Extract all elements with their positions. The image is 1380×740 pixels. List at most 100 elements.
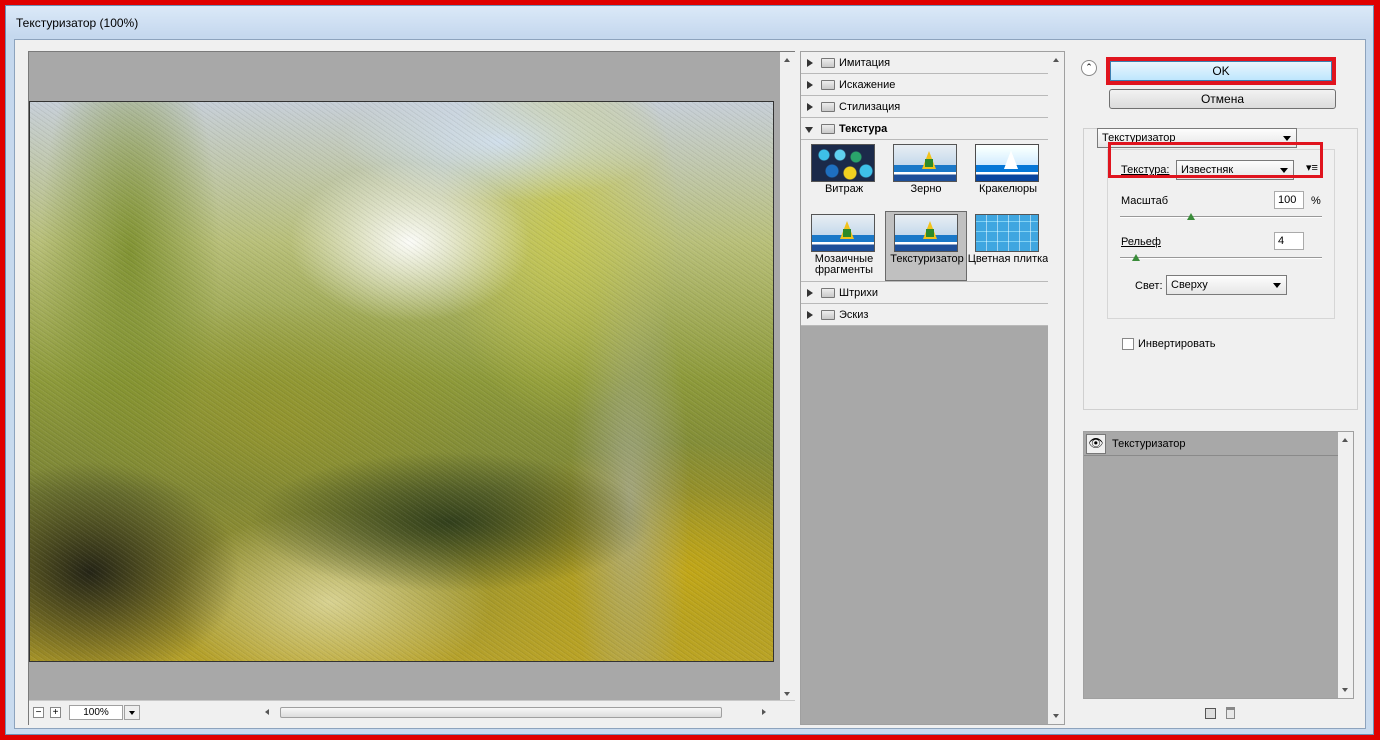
invert-checkbox[interactable] (1122, 338, 1134, 350)
filter-settings-group: Текстуризатор Текстура: Известняк ▾≡ Мас… (1083, 128, 1358, 410)
filter-thumb-craquelure[interactable]: Кракелюры (967, 142, 1049, 212)
relief-slider-handle[interactable] (1132, 254, 1141, 261)
expand-arrow-icon (807, 81, 813, 89)
scale-slider-track[interactable] (1120, 216, 1322, 218)
craquelure-thumbnail (975, 144, 1039, 182)
scroll-up-icon[interactable] (784, 58, 790, 62)
preview-image[interactable] (29, 101, 774, 662)
horizontal-scroll-thumb[interactable] (280, 707, 722, 718)
category-texture[interactable]: Текстура (801, 118, 1048, 140)
effect-layer-name: Текстуризатор (1112, 438, 1186, 450)
invert-label: Инвертировать (1138, 338, 1216, 350)
category-label: Искажение (839, 79, 896, 91)
relief-slider-track[interactable] (1120, 257, 1322, 259)
folder-icon (821, 80, 835, 90)
preview-toolbar: − + 100% (29, 700, 795, 725)
folder-icon (821, 102, 835, 112)
folder-open-icon (821, 124, 835, 134)
filter-thumb-label: Мозаичные фрагменты (814, 253, 874, 276)
filter-thumb-stained-glass[interactable]: Витраж (803, 142, 885, 212)
expand-arrow-icon (807, 59, 813, 67)
category-imitation[interactable]: Имитация (801, 52, 1048, 74)
light-select-value: Сверху (1171, 279, 1208, 291)
cancel-button[interactable]: Отмена (1109, 89, 1336, 109)
zoom-in-button[interactable]: + (50, 707, 61, 718)
trash-icon[interactable] (1226, 707, 1235, 719)
scale-unit: % (1311, 195, 1321, 207)
sail-icon (926, 229, 934, 237)
category-label: Текстура (839, 123, 888, 135)
filter-thumb-texturizer[interactable]: Текстуризатор (885, 211, 967, 281)
sailboat-icon (1004, 151, 1018, 169)
folder-icon (821, 288, 835, 298)
category-sketch[interactable]: Эскиз (801, 304, 1048, 326)
settings-panel: ⌃ OK Отмена Текстуризатор Текстура: Изве… (1071, 40, 1366, 729)
filter-thumb-label: Текстуризатор (890, 253, 964, 265)
category-label: Эскиз (839, 309, 869, 321)
preview-horizontal-scrollbar[interactable] (262, 705, 772, 721)
scroll-left-icon[interactable] (265, 709, 269, 715)
texture-highlight-frame (1108, 142, 1323, 178)
scale-label: Масштаб (1121, 195, 1169, 207)
filter-gallery-window: Текстуризатор (100%) − + 100% Имитация И… (5, 5, 1374, 735)
category-label: Штрихи (839, 287, 879, 299)
layers-scrollbar[interactable] (1338, 432, 1353, 698)
eye-icon[interactable]: 👁 (1086, 434, 1106, 454)
light-label: Свет: (1135, 280, 1163, 292)
preview-vertical-scrollbar[interactable] (780, 52, 795, 700)
filter-list: Имитация Искажение Стилизация Текстура В… (801, 52, 1048, 724)
filter-list-panel: Имитация Искажение Стилизация Текстура В… (800, 51, 1065, 725)
scale-input[interactable]: 100 (1274, 191, 1304, 209)
expand-arrow-icon (807, 311, 813, 319)
scroll-down-icon[interactable] (784, 692, 790, 696)
double-chevron-up-icon: ⌃ (1085, 62, 1093, 72)
scroll-down-icon[interactable] (1053, 714, 1059, 718)
category-distortion[interactable]: Искажение (801, 74, 1048, 96)
category-label: Имитация (839, 57, 891, 69)
scroll-up-icon[interactable] (1053, 58, 1059, 62)
folder-icon (821, 310, 835, 320)
filter-list-scrollbar[interactable] (1048, 52, 1064, 724)
collapse-arrow-icon (805, 127, 813, 133)
category-label: Стилизация (839, 101, 901, 113)
effect-layers-panel: 👁 Текстуризатор (1083, 431, 1354, 699)
relief-input[interactable]: 4 (1274, 232, 1304, 250)
preview-canvas[interactable] (29, 52, 780, 700)
scroll-down-icon[interactable] (1342, 688, 1348, 692)
ok-button-highlight: OK (1106, 57, 1336, 85)
title-bar[interactable]: Текстуризатор (100%) (6, 6, 1373, 36)
filter-thumb-grain[interactable]: Зерно (885, 142, 967, 212)
category-brush-strokes[interactable]: Штрихи (801, 282, 1048, 304)
scroll-right-icon[interactable] (762, 709, 766, 715)
filter-thumb-label: Витраж (824, 183, 864, 195)
effect-layer-row[interactable]: 👁 Текстуризатор (1084, 432, 1338, 456)
expand-arrow-icon (807, 103, 813, 111)
sail-icon (843, 229, 851, 237)
filter-thumb-label: Зерно (910, 183, 942, 195)
expand-arrow-icon (807, 289, 813, 297)
filter-thumb-patchwork[interactable]: Цветная плитка (967, 212, 1049, 282)
window-title: Текстуризатор (100%) (16, 16, 139, 30)
folder-icon (821, 58, 835, 68)
texturizer-thumbnail (894, 214, 958, 252)
dialog-body: − + 100% Имитация Искажение Стилизация Т… (14, 39, 1366, 729)
light-select[interactable]: Сверху (1166, 275, 1287, 295)
chevron-down-icon (129, 711, 135, 715)
ok-button[interactable]: OK (1110, 61, 1332, 81)
chevron-down-icon (1273, 283, 1281, 288)
zoom-out-button[interactable]: − (33, 707, 44, 718)
relief-label: Рельеф (1121, 236, 1161, 248)
new-effect-layer-icon[interactable] (1205, 708, 1216, 719)
preview-panel: − + 100% (28, 51, 795, 725)
collapse-gallery-button[interactable]: ⌃ (1081, 60, 1097, 76)
filter-thumb-label: Кракелюры (978, 183, 1038, 195)
scale-slider-handle[interactable] (1186, 213, 1195, 220)
filter-thumb-mosaic[interactable]: Мозаичные фрагменты (803, 212, 885, 282)
category-stylize[interactable]: Стилизация (801, 96, 1048, 118)
zoom-dropdown-button[interactable] (124, 705, 140, 720)
stained-glass-thumbnail (811, 144, 875, 182)
sail-icon (925, 159, 933, 167)
scroll-up-icon[interactable] (1342, 438, 1348, 442)
zoom-level-field[interactable]: 100% (69, 705, 123, 720)
mosaic-thumbnail (811, 214, 875, 252)
